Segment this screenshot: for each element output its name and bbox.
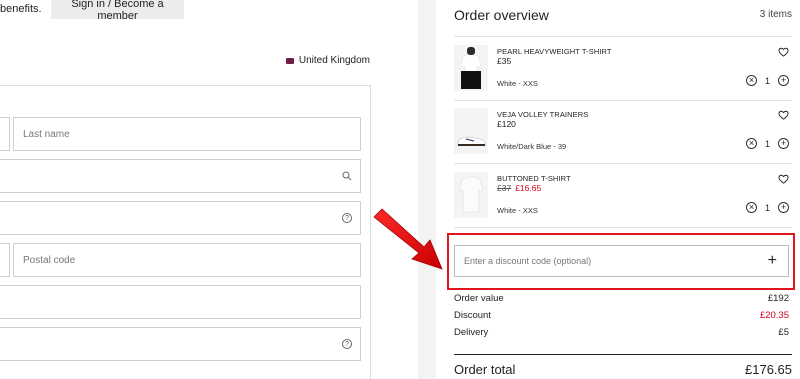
help-icon[interactable]: ? [342, 213, 352, 223]
quantity-stepper: × 1 + [745, 75, 789, 86]
cart-item: BUTTONED T-SHIRT £37 £16.65 White - XXS ×… [454, 172, 792, 234]
email-field[interactable] [0, 285, 361, 319]
postal-code-field[interactable]: Postal code [13, 243, 361, 277]
discount-label: Discount [454, 310, 491, 321]
member-benefits-text: benefits. [0, 3, 42, 15]
item-variant: White - XXS [497, 206, 538, 215]
last-name-field[interactable]: Last name [13, 117, 361, 151]
item-quantity: 1 [764, 138, 770, 149]
remove-icon[interactable]: × [745, 202, 757, 213]
help-icon[interactable]: ? [342, 339, 352, 349]
item-price: £120 [497, 119, 516, 129]
delivery-row: Delivery £5 [454, 327, 789, 338]
item-quantity: 1 [764, 202, 770, 213]
heart-icon[interactable] [778, 110, 789, 120]
address-line-field[interactable]: ? [0, 201, 361, 235]
remove-icon[interactable]: × [745, 138, 757, 149]
item-count: 3 items [759, 9, 792, 20]
remove-icon[interactable]: × [745, 75, 757, 86]
order-total-row: Order total £176.65 [454, 362, 792, 377]
search-icon [342, 171, 352, 181]
item-sale-price: £16.65 [515, 183, 542, 193]
item-price: £35 [497, 56, 512, 66]
heart-icon[interactable] [778, 47, 789, 57]
discount-code-input[interactable]: Enter a discount code (optional) + [454, 245, 789, 277]
country-selector[interactable]: United Kingdom [285, 55, 370, 66]
cart-item: PEARL HEAVYWEIGHT T-SHIRT £35 White - XX… [454, 45, 792, 107]
checkout-form-pane: benefits. Sign in / Become a member Unit… [0, 0, 418, 379]
address-search-field[interactable] [0, 159, 361, 193]
plus-icon[interactable]: + [768, 253, 777, 269]
phone-field[interactable]: ? [0, 327, 361, 361]
first-name-field[interactable] [0, 117, 10, 151]
delivery-value: £5 [778, 327, 789, 338]
discount-placeholder: Enter a discount code (optional) [464, 256, 592, 266]
order-value-row: Order value £192 [454, 293, 789, 304]
quantity-stepper: × 1 + [745, 202, 789, 213]
cart-item: VEJA VOLLEY TRAINERS £120 White/Dark Blu… [454, 108, 792, 170]
order-total-value: £176.65 [745, 362, 792, 377]
order-total-label: Order total [454, 362, 516, 377]
uk-flag-icon [285, 57, 294, 64]
item-name: VEJA VOLLEY TRAINERS [497, 110, 589, 119]
product-image[interactable] [454, 108, 488, 154]
divider [454, 36, 792, 37]
pointer-arrow-icon [373, 208, 443, 270]
order-overview-pane: Order overview 3 items PEARL HEAVYWEIGHT… [436, 0, 800, 379]
signin-button[interactable]: Sign in / Become a member [51, 0, 184, 22]
item-name: PEARL HEAVYWEIGHT T-SHIRT [497, 47, 612, 56]
divider [454, 227, 792, 228]
order-overview-title: Order overview [454, 7, 549, 23]
item-variant: White/Dark Blue - 39 [497, 142, 567, 151]
pane-divider [418, 0, 436, 379]
divider [454, 100, 792, 101]
item-variant: White - XXS [497, 79, 538, 88]
heart-icon[interactable] [778, 174, 789, 184]
last-name-placeholder: Last name [23, 128, 70, 140]
order-value: £192 [767, 293, 789, 304]
total-divider [454, 354, 792, 355]
discount-value: £20.35 [759, 310, 789, 321]
add-icon[interactable]: + [778, 138, 789, 149]
quantity-stepper: × 1 + [745, 138, 789, 149]
item-price: £37 £16.65 [497, 183, 541, 193]
add-icon[interactable]: + [778, 202, 789, 213]
divider [454, 163, 792, 164]
item-old-price: £37 [497, 183, 512, 193]
order-value-label: Order value [454, 293, 504, 304]
item-quantity: 1 [764, 75, 770, 86]
delivery-label: Delivery [454, 327, 489, 338]
country-label: United Kingdom [298, 55, 370, 66]
add-icon[interactable]: + [778, 75, 789, 86]
product-image[interactable] [454, 172, 488, 218]
discount-row: Discount £20.35 [454, 310, 789, 321]
product-image[interactable] [454, 45, 488, 91]
item-name: BUTTONED T-SHIRT [497, 174, 571, 183]
postal-code-placeholder: Postal code [23, 254, 76, 266]
city-field[interactable] [0, 243, 10, 277]
